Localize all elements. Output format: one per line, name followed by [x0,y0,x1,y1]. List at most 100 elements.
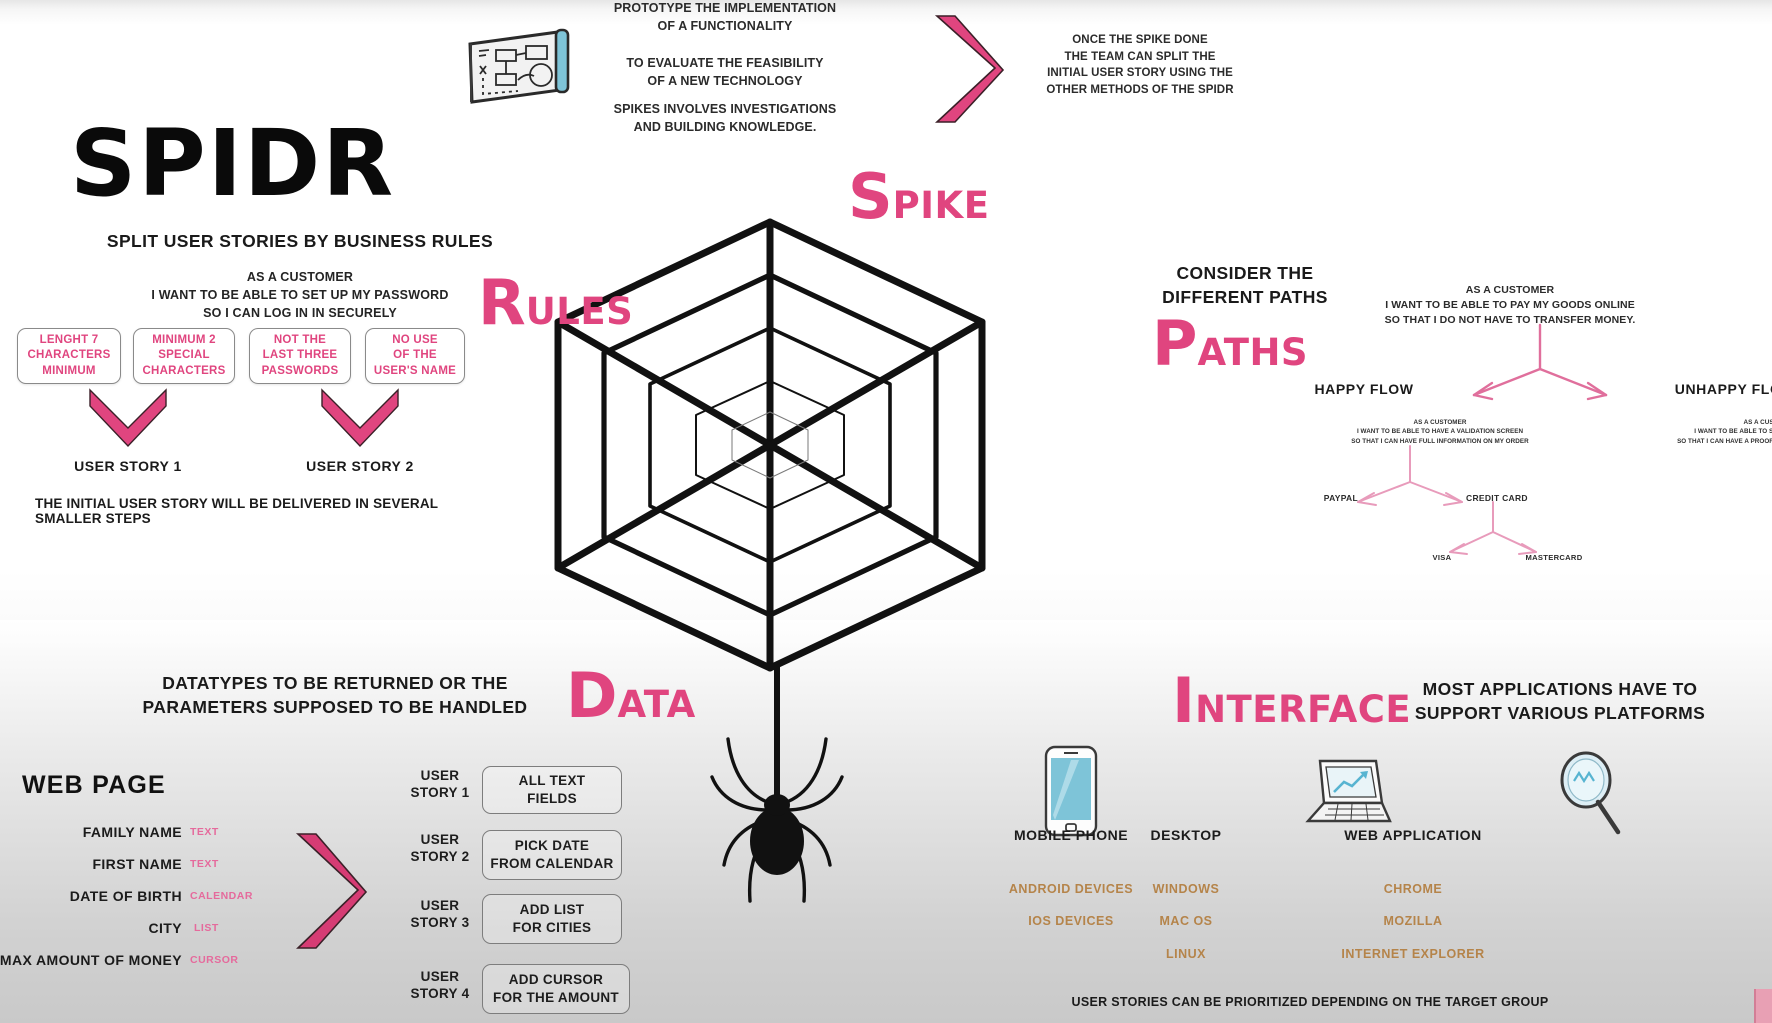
paths-happy-story-line-1: AS A CUSTOMER [1413,419,1467,426]
paths-unhappy-story-line-3: SO THAT I CAN HAVE A PROOF IF MY ACCOUNT… [1677,437,1772,445]
corner-tab [1754,989,1772,1023]
data-chevron-arrow [295,832,368,950]
data-story-1-box-line-2: FIELDS [527,791,577,806]
data-story-1-label-line-1: USER [420,768,460,783]
rules-user-story: AS A CUSTOMER I WANT TO BE ABLE TO SET U… [60,268,540,322]
platform-item-mac-os: MAC OS [1159,914,1213,928]
page-title: SPIDR [70,110,396,217]
field-label-date-of-birth: DATE OF BIRTH [69,888,182,904]
spider-icon [710,665,844,915]
spike-rest: PIKE [892,184,990,227]
spike-heading: SPIKE [848,166,990,228]
data-story-2-box-line-1: PICK DATE [514,838,590,854]
platform-item-internet-explorer: INTERNET EXPLORER [1341,947,1485,961]
rule-box-1[interactable]: LENGHT 7 CHARACTERS MINIMUM [17,328,121,384]
paths-unhappy-story-line-2: I WANT TO BE ABLE TO SEE AN ERROR SCREEN [1694,428,1772,436]
data-story-3-box[interactable]: ADD LIST FOR CITIES [482,894,622,944]
spike-bullet-3-line-1: SPIKES INVOLVES INVESTIGATIONS [613,102,837,116]
rules-arrow-1 [88,388,168,448]
paths-card-branch [1418,501,1568,558]
field-label-first-name: FIRST NAME [92,856,182,872]
spike-bullet-1-line-1: PROTOTYPE THE IMPLEMENTATION [613,1,837,15]
rules-subtitle: SPLIT USER STORIES BY BUSINESS RULES [106,231,494,251]
data-story-2-box-line-2: FROM CALENDAR [490,856,614,871]
field-type-city: LIST [194,922,219,934]
field-type-family-name: TEXT [190,826,219,838]
data-story-2-box[interactable]: PICK DATE FROM CALENDAR [482,830,622,880]
rule-box-4-line-2: OF THE [393,349,437,362]
platform-item-linux: LINUX [1166,947,1206,961]
rule-box-3-line-2: LAST THREE [262,349,338,362]
data-story-4-box[interactable]: ADD CURSOR FOR THE AMOUNT [482,964,630,1014]
spike-result-line-3: INITIAL USER STORY USING THE [1047,67,1233,80]
paths-happy-story-line-2: I WANT TO BE ABLE TO HAVE A VALIDATION S… [1356,428,1524,436]
paths-root-story-line-2: I WANT TO BE ABLE TO PAY MY GOODS ONLINE [1385,299,1635,312]
data-story-3-label-line-1: USER [420,898,460,913]
rules-arrow-1-label: USER STORY 1 [74,458,182,474]
field-type-max-amount: CURSOR [190,954,239,966]
rule-box-3-line-1: NOT THE [273,334,327,347]
spidr-infographic: SPIDR SPLIT USER STORIES BY BUSINESS RUL… [0,0,1772,1023]
rules-rest: ULES [525,290,634,333]
paths-happy-label: HAPPY FLOW [1314,381,1414,397]
paths-payment-left-label: PAYPAL [1323,493,1358,503]
data-story-4-box-line-2: FOR THE AMOUNT [493,990,619,1005]
paths-letter: P [1152,307,1198,380]
rule-box-2-line-1: MINIMUM 2 [152,334,216,347]
field-label-family-name: FAMILY NAME [82,824,182,840]
data-story-4-label-line-1: USER [420,969,460,984]
rule-box-4-line-1: NO USE [392,334,438,347]
spike-result-line-2: THE TEAM CAN SPLIT THE [1064,50,1216,63]
data-story-1-label-line-2: STORY 1 [410,784,470,800]
spike-result-line-1: ONCE THE SPIKE DONE [1072,34,1208,46]
data-letter: D [566,659,618,732]
rule-box-3[interactable]: NOT THE LAST THREE PASSWORDS [249,328,351,384]
spike-result-line-4: OTHER METHODS OF THE SPIDR [1046,84,1234,97]
platform-item-chrome: CHROME [1383,882,1443,896]
field-type-first-name: TEXT [190,858,219,870]
spike-letter: S [848,160,893,233]
paths-unhappy-story-line-1: AS A CUSTOMER [1743,419,1772,426]
rule-box-4-line-3: USER'S NAME [373,364,457,377]
rules-arrow-2-label: USER STORY 2 [306,458,414,474]
paths-card-right-label: MASTERCARD [1525,553,1583,562]
spike-bullet-1: PROTOTYPE THE IMPLEMENTATION OF A FUNCTI… [555,0,895,35]
data-story-3-label-line-2: STORY 3 [410,914,470,930]
data-story-4-box-line-1: ADD CURSOR [508,972,604,988]
platform-item-windows: WINDOWS [1152,882,1220,896]
spike-bullet-2-line-2: OF A NEW TECHNOLOGY [647,73,803,88]
interface-headline: MOST APPLICATIONS HAVE TO SUPPORT VARIOU… [1370,678,1750,725]
field-label-max-amount: MAX AMOUNT OF MONEY [0,952,182,968]
magnifier-icon [1548,750,1628,836]
data-headline-line-1: DATATYPES TO BE RETURNED OR THE [162,673,508,693]
rule-box-3-line-3: PASSWORDS [261,364,339,377]
data-story-3-box-line-2: FOR CITIES [512,920,592,935]
data-story-2-label-line-2: STORY 2 [410,848,470,864]
rules-user-story-line-1: AS A CUSTOMER [246,270,354,284]
spike-bullet-1-line-2: OF A FUNCTIONALITY [657,18,793,33]
paths-root-story-line-1: AS A CUSTOMER [1465,284,1555,296]
data-story-2-label: USER STORY 2 [400,832,480,866]
rules-arrow-2 [320,388,400,448]
rule-box-1-line-2: CHARACTERS [27,349,111,362]
rules-user-story-line-3: SO I CAN LOG IN IN SECURELY [203,306,397,321]
data-story-1-box[interactable]: ALL TEXT FIELDS [482,766,622,814]
platform-name-web-application: WEB APPLICATION [1344,827,1482,843]
data-story-2-label-line-1: USER [420,832,460,847]
rule-box-1-line-1: LENGHT 7 [39,334,99,347]
paths-unhappy-label: UNHAPPY FLOW [1674,381,1772,397]
spike-bullet-2-line-1: TO EVALUATE THE FEASIBILITY [626,56,824,70]
data-story-1-label: USER STORY 1 [400,768,480,802]
rules-user-story-line-2: I WANT TO BE ABLE TO SET UP MY PASSWORD [151,288,449,303]
paths-heading: PATHS [1152,313,1308,375]
rule-box-2[interactable]: MINIMUM 2 SPECIAL CHARACTERS [133,328,235,384]
data-story-4-label-line-2: STORY 4 [410,985,470,1001]
paths-card-left-label: VISA [1432,553,1452,562]
data-heading: DATA [566,665,696,727]
rule-box-4[interactable]: NO USE OF THE USER'S NAME [365,328,465,384]
spike-bullet-2: TO EVALUATE THE FEASIBILITY OF A NEW TEC… [555,55,895,90]
paths-root-story: AS A CUSTOMER I WANT TO BE ABLE TO PAY M… [1310,283,1710,329]
data-story-3-label: USER STORY 3 [400,898,480,932]
platform-name-desktop: DESKTOP [1150,827,1222,843]
spike-bullet-3-line-2: AND BUILDING KNOWLEDGE. [633,119,817,134]
